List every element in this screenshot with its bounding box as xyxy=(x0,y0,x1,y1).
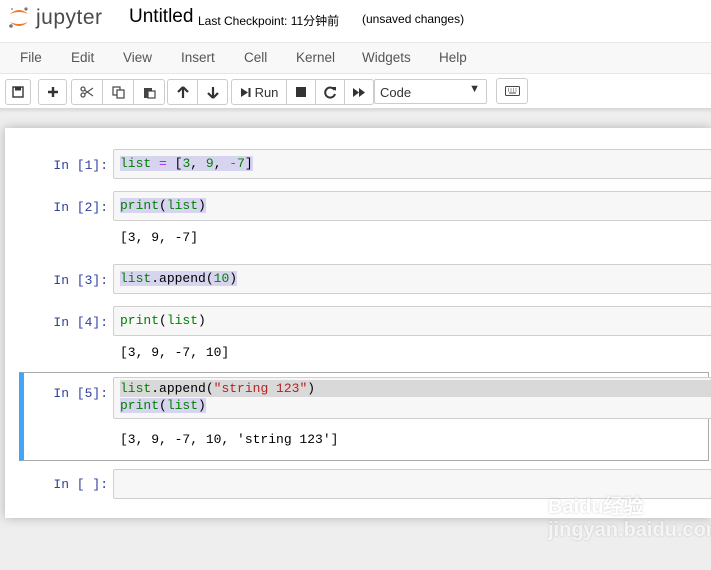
code-line: list = [3, 9, -7] xyxy=(120,156,253,171)
cell-output: [3, 9, -7] xyxy=(120,230,199,245)
code-input[interactable]: list.append("string 123") print(list) xyxy=(113,377,711,419)
menu-kernel[interactable]: Kernel xyxy=(296,50,335,65)
insert-cell-button[interactable] xyxy=(39,80,66,104)
copy-button[interactable] xyxy=(103,80,134,104)
code-line: list.append("string 123") xyxy=(120,380,711,397)
cell-output: [3, 9, -7, 10] xyxy=(120,345,230,360)
save-group xyxy=(5,79,31,105)
edit-group xyxy=(71,79,165,105)
insert-group xyxy=(38,79,67,105)
move-down-button[interactable] xyxy=(198,80,227,104)
run-group: Run xyxy=(231,79,374,105)
code-cell[interactable]: In [5]: list.append("string 123") print(… xyxy=(5,377,711,454)
cell-prompt: In [5]: xyxy=(53,386,108,401)
step-forward-icon xyxy=(240,87,251,97)
menu-view[interactable]: View xyxy=(123,50,152,65)
arrow-down-icon xyxy=(206,86,219,99)
command-palette-button[interactable] xyxy=(496,78,528,104)
paste-icon xyxy=(143,87,156,99)
stop-icon xyxy=(296,87,306,97)
notebook-container: In [1]: list = [3, 9, -7] In [2]: print(… xyxy=(5,128,711,518)
jupyter-logo[interactable]: jupyter xyxy=(8,4,103,32)
menu-file[interactable]: File xyxy=(20,50,42,65)
arrow-up-icon xyxy=(176,85,189,98)
run-label: Run xyxy=(254,84,279,100)
code-cell[interactable]: In [2]: print(list) [3, 9, -7] xyxy=(5,191,711,249)
save-icon xyxy=(12,86,24,98)
run-button[interactable]: Run xyxy=(232,80,287,104)
toolbar: Run xyxy=(0,76,711,108)
jupyter-logo-icon xyxy=(8,6,30,30)
menu-widgets[interactable]: Widgets xyxy=(362,50,411,65)
code-cell[interactable]: In [3]: list.append(10) xyxy=(5,264,711,294)
move-up-button[interactable] xyxy=(168,80,198,104)
menu-help[interactable]: Help xyxy=(439,50,467,65)
menu-bar: File Edit View Insert Cell Kernel Widget… xyxy=(0,42,711,74)
cell-output: [3, 9, -7, 10, 'string 123'] xyxy=(120,432,339,447)
cell-prompt: In [1]: xyxy=(53,158,108,173)
logo-text: jupyter xyxy=(36,6,103,29)
restart-run-all-button[interactable] xyxy=(345,80,373,104)
menu-insert[interactable]: Insert xyxy=(181,50,215,65)
fast-forward-icon xyxy=(353,87,365,97)
menu-edit[interactable]: Edit xyxy=(71,50,94,65)
refresh-icon xyxy=(323,86,336,98)
cut-button[interactable] xyxy=(72,80,103,104)
cell-prompt: In [2]: xyxy=(53,200,108,215)
cell-prompt: In [ ]: xyxy=(53,477,108,492)
code-input[interactable]: print(list) xyxy=(113,191,711,221)
code-cell[interactable]: In [4]: print(list) [3, 9, -7, 10] xyxy=(5,306,711,364)
cell-prompt: In [3]: xyxy=(53,273,108,288)
code-line: print(list) xyxy=(120,198,206,213)
autosave-status: (unsaved changes) xyxy=(362,12,465,26)
cell-type-select[interactable]: Code ▼ xyxy=(374,79,487,104)
cell-prompt: In [4]: xyxy=(53,315,108,330)
baidu-watermark: Baidu经验 jingyan.baidu.com xyxy=(548,490,711,542)
cell-type-value: Code xyxy=(380,85,412,100)
code-input[interactable]: print(list) xyxy=(113,306,711,336)
checkpoint-status: Last Checkpoint: 11分钟前 xyxy=(198,14,340,28)
code-line: list.append(10) xyxy=(120,271,238,286)
plus-icon xyxy=(47,87,58,97)
paste-button[interactable] xyxy=(134,80,164,104)
restart-button[interactable] xyxy=(316,80,345,104)
code-line: print(list) xyxy=(120,313,206,328)
copy-icon xyxy=(111,85,125,99)
dropdown-arrow-icon: ▼ xyxy=(469,83,480,95)
code-input[interactable]: list = [3, 9, -7] xyxy=(113,149,711,179)
menu-cell[interactable]: Cell xyxy=(244,50,267,65)
move-group xyxy=(167,79,228,105)
code-line: print(list) xyxy=(120,398,206,413)
scissors-icon xyxy=(80,86,94,98)
watermark-text: Baidu经验 jingyan.baidu.com xyxy=(548,496,711,541)
keyboard-icon xyxy=(504,86,520,96)
code-input[interactable]: list.append(10) xyxy=(113,264,711,294)
header-shadow xyxy=(0,108,711,113)
save-button[interactable] xyxy=(6,80,30,104)
notebook-name[interactable]: Untitled xyxy=(129,6,193,28)
interrupt-button[interactable] xyxy=(287,80,316,104)
code-cell[interactable]: In [1]: list = [3, 9, -7] xyxy=(5,149,711,179)
